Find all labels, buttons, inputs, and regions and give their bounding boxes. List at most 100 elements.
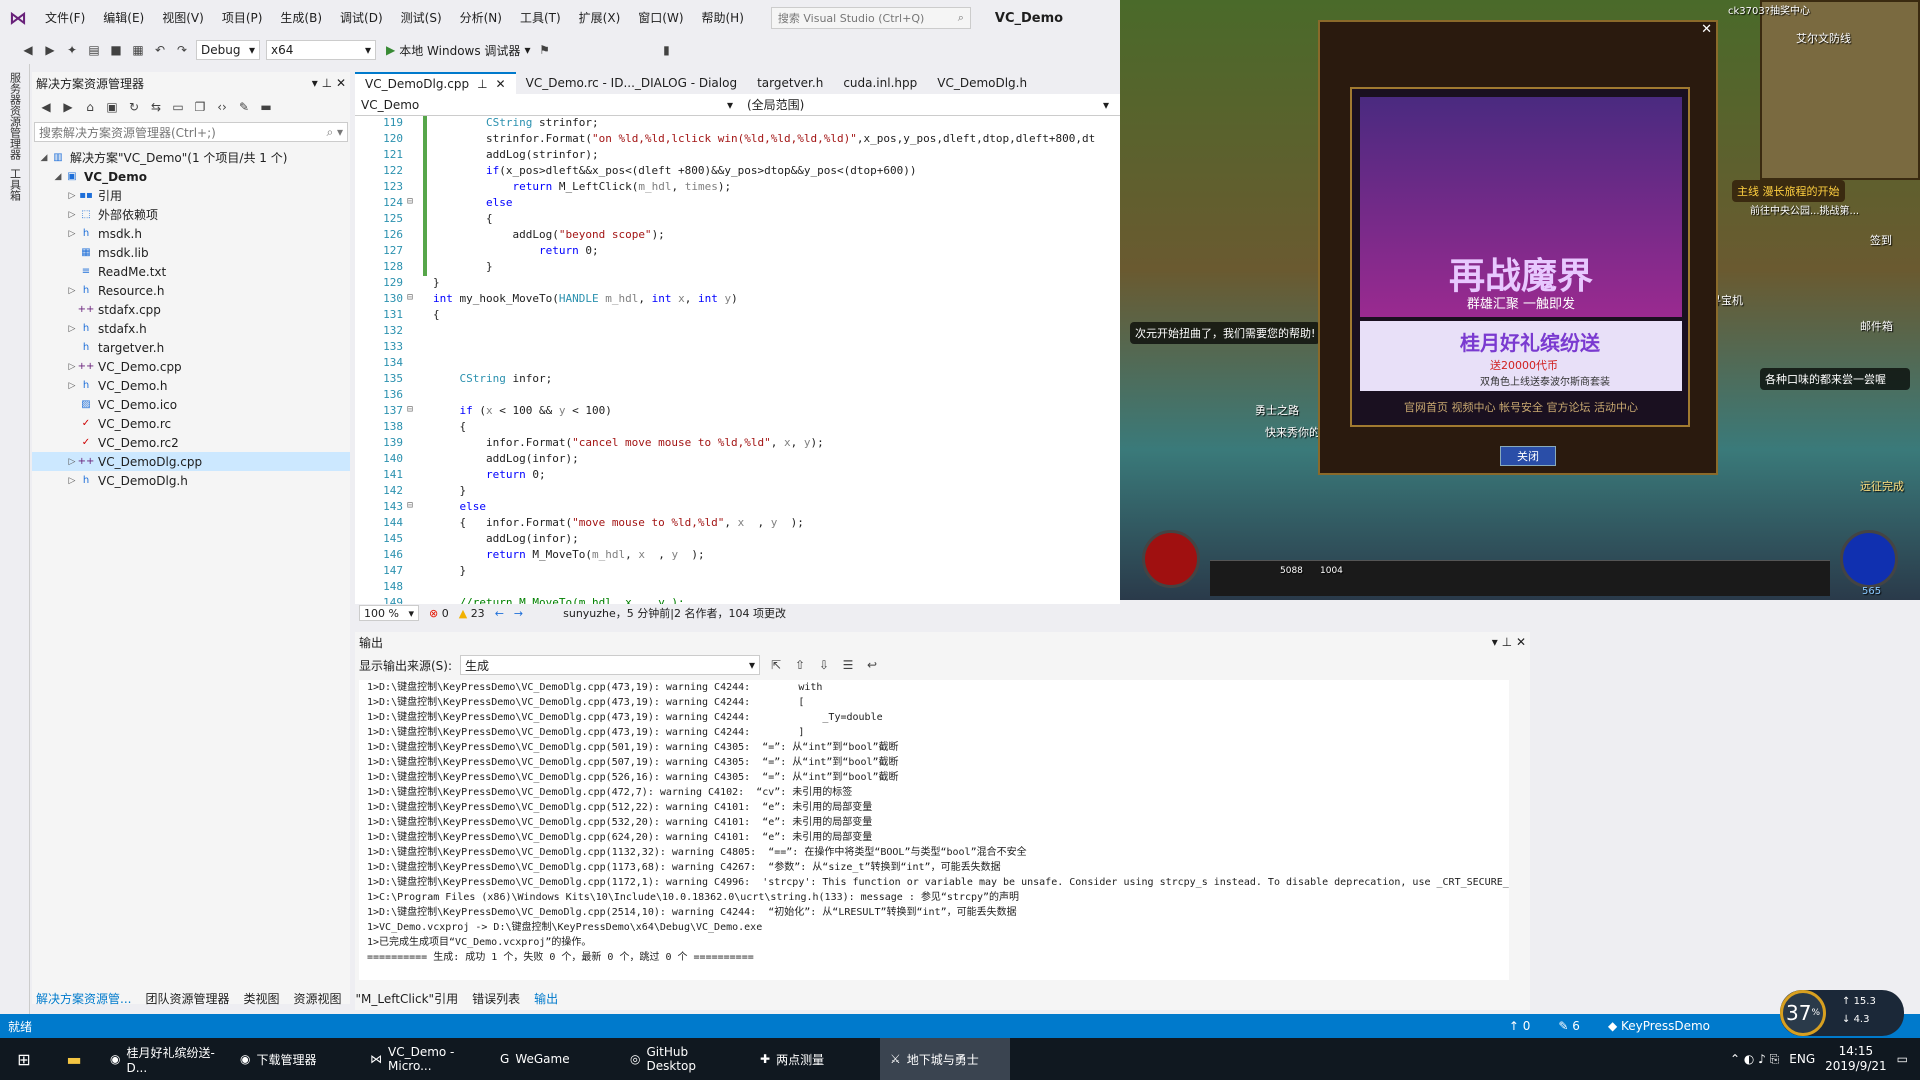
code-line[interactable]: 138 {	[355, 420, 1120, 436]
zoom-select[interactable]: 100 % ▾	[359, 605, 419, 621]
file-explorer-button[interactable]: ▬	[48, 1038, 100, 1080]
code-line[interactable]: 136	[355, 388, 1120, 404]
show-all-files-icon[interactable]: ❐	[192, 99, 208, 115]
code-line[interactable]: 119 CString strinfor;	[355, 116, 1120, 132]
net-speed-widget[interactable]: 37% ↑ 15.3 ↓ 4.3	[1780, 990, 1904, 1036]
warning-count[interactable]: ▲ 23	[459, 607, 485, 620]
tree-item[interactable]: ▷ h msdk.h	[32, 224, 350, 243]
code-line[interactable]: 125 {	[355, 212, 1120, 228]
code-line[interactable]: 139 infor.Format("cancel move mouse to %…	[355, 436, 1120, 452]
tree-item[interactable]: ▷ h stdafx.h	[32, 319, 350, 338]
codelens-blame[interactable]: sunyuzhe，5 分钟前|2 名作者，104 项更改	[563, 605, 786, 621]
bottom-tab[interactable]: 错误列表	[472, 990, 520, 1007]
code-line[interactable]: 149 //return M_MoveTo(m_hdl, x , y );	[355, 596, 1120, 604]
code-line[interactable]: 123 return M_LeftClick(m_hdl, times);	[355, 180, 1120, 196]
error-count[interactable]: ⊗ 0	[429, 607, 449, 620]
menu-item[interactable]: 文件(F)	[36, 0, 94, 36]
expand-arrow-icon[interactable]: ▷	[66, 324, 78, 334]
bottom-tab[interactable]: 类视图	[243, 990, 279, 1007]
word-wrap-icon[interactable]: ↩	[864, 657, 880, 673]
taskbar-app-button[interactable]: ⚔ 地下城与勇士	[880, 1038, 1010, 1080]
tree-item[interactable]: ▷ h VC_DemoDlg.h	[32, 471, 350, 490]
expand-arrow-icon[interactable]: ▷	[66, 457, 78, 467]
notification-icon[interactable]: ▭	[1897, 1052, 1908, 1066]
prev-message-icon[interactable]: ⇧	[792, 657, 808, 673]
close-icon[interactable]: ✕	[1701, 22, 1712, 37]
dropdown-icon[interactable]: ▾	[1492, 635, 1498, 649]
taskbar-app-button[interactable]: G WeGame	[490, 1038, 620, 1080]
next-message-icon[interactable]: ⇩	[816, 657, 832, 673]
code-line[interactable]: 126 addLog("beyond scope");	[355, 228, 1120, 244]
changes-indicator[interactable]: ✎ 6	[1558, 1019, 1580, 1033]
preview-icon[interactable]: ▬	[258, 99, 274, 115]
tree-item[interactable]: ++ stdafx.cpp	[32, 300, 350, 319]
commits-indicator[interactable]: ↑ 0	[1509, 1019, 1531, 1033]
menu-item[interactable]: 项目(P)	[213, 0, 272, 36]
expand-arrow-icon[interactable]: ▷	[66, 381, 78, 391]
code-line[interactable]: 129}	[355, 276, 1120, 292]
back-icon[interactable]: ◀	[38, 99, 54, 115]
pin-icon[interactable]: ⊥	[1502, 635, 1512, 649]
code-line[interactable]: 148	[355, 580, 1120, 596]
redo-icon[interactable]: ↷	[174, 42, 190, 58]
editor-tab[interactable]: VC_DemoDlg.cpp ⊥ ✕	[355, 72, 516, 94]
code-line[interactable]: 131 {	[355, 308, 1120, 324]
code-editor[interactable]: 119 CString strinfor; 120 strinfor.Format…	[355, 116, 1120, 604]
new-project-icon[interactable]: ✦	[64, 42, 80, 58]
taskbar-app-button[interactable]: ◉ 下载管理器	[230, 1038, 360, 1080]
bookmark-icon[interactable]: ▮	[658, 42, 674, 58]
properties-icon[interactable]: ✎	[236, 99, 252, 115]
popup-close-button[interactable]: 关闭	[1500, 446, 1556, 466]
code-line[interactable]: 141 return 0;	[355, 468, 1120, 484]
code-line[interactable]: 122 if(x_pos>dleft&&x_pos<(dleft +800)&&…	[355, 164, 1120, 180]
close-icon[interactable]: ✕	[336, 76, 346, 90]
taskbar-app-button[interactable]: ◉ 桂月好礼缤纷送-D...	[100, 1038, 230, 1080]
expand-arrow-icon[interactable]: ◢	[52, 172, 64, 182]
editor-tab[interactable]: cuda.inl.hpp	[833, 72, 927, 94]
code-line[interactable]: 140 addLog(infor);	[355, 452, 1120, 468]
editor-tab[interactable]: VC_Demo.rc - ID..._DIALOG - Dialog	[516, 72, 747, 94]
menu-item[interactable]: 编辑(E)	[94, 0, 153, 36]
skill-bar[interactable]	[1210, 560, 1830, 596]
expand-arrow-icon[interactable]: ◢	[38, 153, 50, 163]
project-nav-select[interactable]: VC_Demo ▾	[357, 94, 737, 115]
tree-item[interactable]: ▨ VC_Demo.ico	[32, 395, 350, 414]
code-line[interactable]: 124 ⊟ else	[355, 196, 1120, 212]
quest-main[interactable]: 主线 漫长旅程的开始	[1732, 180, 1845, 202]
editor-tab[interactable]: targetver.h	[747, 72, 833, 94]
code-line[interactable]: 127 return 0;	[355, 244, 1120, 260]
tree-item[interactable]: ▦ msdk.lib	[32, 243, 350, 262]
server-explorer-tab[interactable]: 服务器资源管理器	[7, 72, 23, 160]
expand-arrow-icon[interactable]: ▷	[66, 210, 78, 220]
forward-icon[interactable]: ▶	[60, 99, 76, 115]
save-icon[interactable]: ■	[108, 42, 124, 58]
fold-toggle-icon[interactable]: ⊟	[407, 500, 423, 516]
clear-all-icon[interactable]: ☰	[840, 657, 856, 673]
code-line[interactable]: 121 addLog(strinfor);	[355, 148, 1120, 164]
tree-item[interactable]: ✓ VC_Demo.rc2	[32, 433, 350, 452]
taskbar-app-button[interactable]: ◎ GitHub Desktop	[620, 1038, 750, 1080]
fold-toggle-icon[interactable]: ⊟	[407, 404, 423, 420]
tray-icons[interactable]: ⌃ ◐ ♪ ⎘	[1730, 1052, 1779, 1067]
bottom-tab[interactable]: 资源视图	[293, 990, 341, 1007]
code-line[interactable]: 132	[355, 324, 1120, 340]
prev-issue-icon[interactable]: ←	[495, 607, 504, 620]
expand-arrow-icon[interactable]: ▷	[66, 362, 78, 372]
taskbar-app-button[interactable]: ✚ 两点测量	[750, 1038, 880, 1080]
code-line[interactable]: 145 addLog(infor);	[355, 532, 1120, 548]
solution-search-input[interactable]: 搜索解决方案资源管理器(Ctrl+;) ⌕ ▾	[34, 122, 348, 142]
close-icon[interactable]: ✕	[496, 77, 506, 91]
mail-label[interactable]: 邮件箱	[1860, 318, 1893, 334]
tree-item[interactable]: ≡ ReadMe.txt	[32, 262, 350, 281]
expand-arrow-icon[interactable]: ▷	[66, 476, 78, 486]
menu-item[interactable]: 分析(N)	[451, 0, 511, 36]
visual-studio-logo-icon[interactable]: ⋈	[0, 0, 36, 36]
save-all-icon[interactable]: ▦	[130, 42, 146, 58]
bottom-tab[interactable]: 解决方案资源管...	[36, 990, 131, 1007]
tree-item[interactable]: ▷ ++ VC_Demo.cpp	[32, 357, 350, 376]
bottom-tab[interactable]: 团队资源管理器	[145, 990, 229, 1007]
fold-toggle-icon[interactable]: ⊟	[407, 292, 423, 308]
dropdown-icon[interactable]: ▾	[312, 76, 318, 90]
editor-tab[interactable]: VC_DemoDlg.h	[927, 72, 1037, 94]
tree-item[interactable]: h targetver.h	[32, 338, 350, 357]
